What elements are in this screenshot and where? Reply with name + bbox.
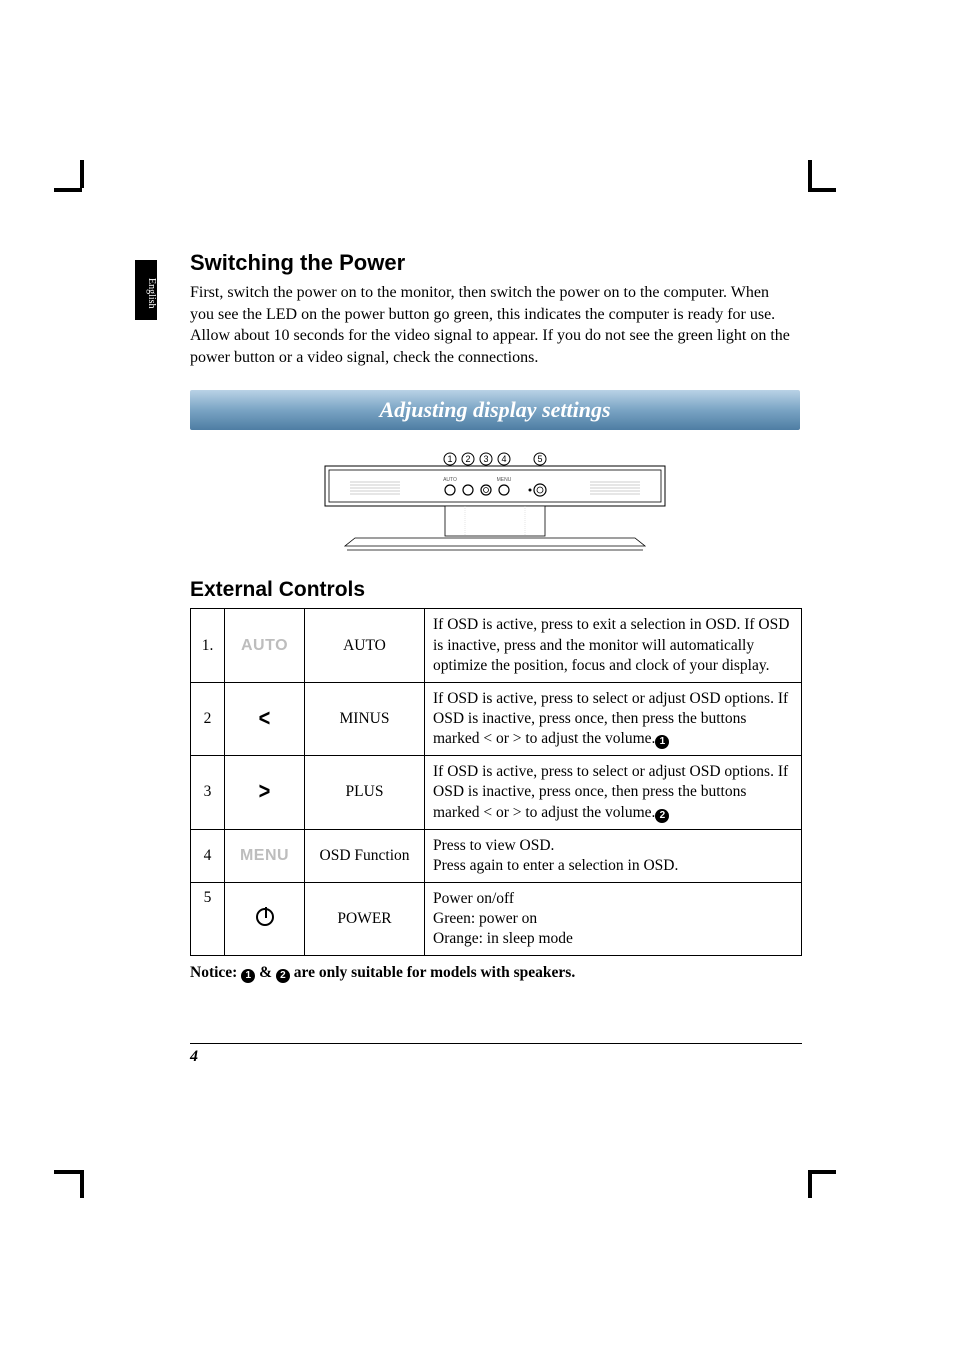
control-description: Press to view OSD.Press again to enter a… <box>425 829 802 882</box>
menu-icon: MENU <box>225 829 305 882</box>
table-row: 2 < MINUS If OSD is active, press to sel… <box>191 682 802 755</box>
control-description: If OSD is active, press to select or adj… <box>425 682 802 755</box>
auto-icon: AUTO <box>225 609 305 682</box>
controls-table: 1. AUTO AUTO If OSD is active, press to … <box>190 608 802 956</box>
control-description: If OSD is active, press to select or adj… <box>425 756 802 829</box>
notice-text: Notice: 1 & 2 are only suitable for mode… <box>190 964 820 983</box>
body-switching-power: First, switch the power on to the monito… <box>190 282 790 368</box>
footnote-ref-2: 2 <box>655 809 669 823</box>
heading-switching-power: Switching the Power <box>190 250 820 276</box>
control-name: AUTO <box>305 609 425 682</box>
control-name: POWER <box>305 882 425 955</box>
control-number: 4 <box>191 829 225 882</box>
svg-text:5: 5 <box>537 454 542 464</box>
control-name: OSD Function <box>305 829 425 882</box>
control-name: PLUS <box>305 756 425 829</box>
svg-text:MENU: MENU <box>497 477 512 483</box>
banner-adjusting-display: Adjusting display settings <box>190 390 800 430</box>
svg-text:1: 1 <box>447 454 452 464</box>
control-description: If OSD is active, press to exit a select… <box>425 609 802 682</box>
page-number: 4 <box>190 1048 820 1066</box>
svg-text:4: 4 <box>501 454 506 464</box>
control-number: 5 <box>191 882 225 955</box>
power-icon <box>225 882 305 955</box>
plus-icon: > <box>225 756 305 829</box>
svg-text:2: 2 <box>465 454 470 464</box>
control-number: 2 <box>191 682 225 755</box>
footnote-sym-2: 2 <box>276 969 290 983</box>
footnote-ref-1: 1 <box>655 735 669 749</box>
footnote-sym-1: 1 <box>241 969 255 983</box>
control-name: MINUS <box>305 682 425 755</box>
svg-text:AUTO: AUTO <box>443 477 457 483</box>
monitor-buttons-diagram: 1 2 3 4 5 AUTO MENU <box>190 446 800 556</box>
control-number: 3 <box>191 756 225 829</box>
heading-external-controls: External Controls <box>190 578 820 602</box>
footer-rule <box>190 1043 802 1044</box>
table-row: 5 POWER Power on/offGreen: power onOrang… <box>191 882 802 955</box>
table-row: 3 > PLUS If OSD is active, press to sele… <box>191 756 802 829</box>
table-row: 1. AUTO AUTO If OSD is active, press to … <box>191 609 802 682</box>
table-row: 4 MENU OSD Function Press to view OSD.Pr… <box>191 829 802 882</box>
control-number: 1. <box>191 609 225 682</box>
svg-text:3: 3 <box>483 454 488 464</box>
minus-icon: < <box>225 682 305 755</box>
control-description: Power on/offGreen: power onOrange: in sl… <box>425 882 802 955</box>
